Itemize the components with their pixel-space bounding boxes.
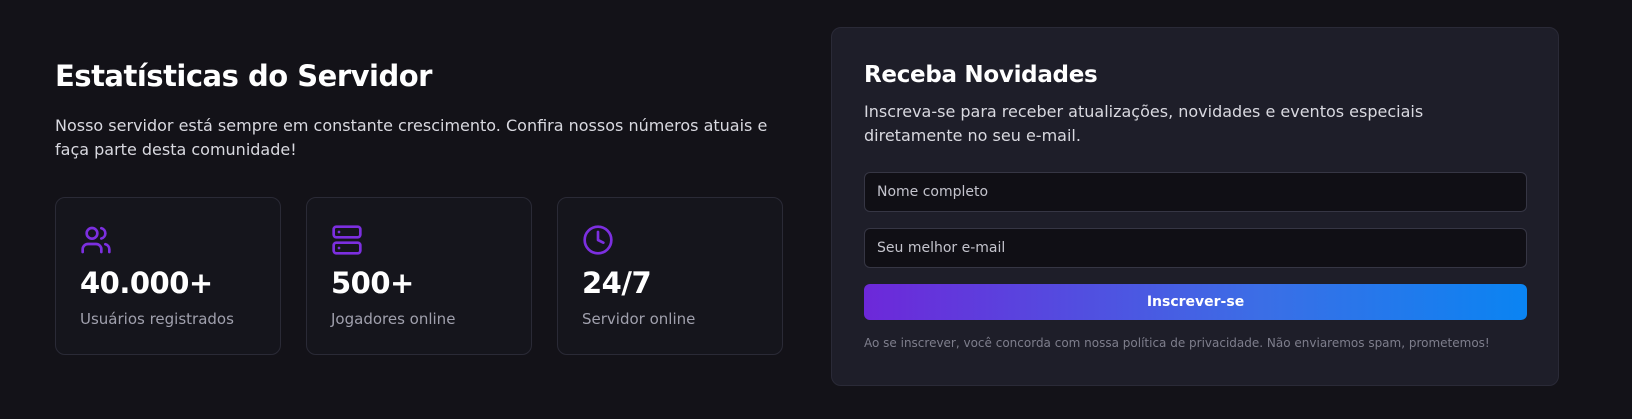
stat-value: 500+ <box>331 266 414 300</box>
name-field[interactable] <box>864 172 1527 212</box>
stat-label: Usuários registrados <box>80 310 234 328</box>
stat-value: 40.000+ <box>80 266 213 300</box>
stats-description: Nosso servidor está sempre em constante … <box>55 116 768 159</box>
newsletter-description: Inscreva-se para receber atualizações, n… <box>864 102 1424 145</box>
clock-icon <box>582 224 614 256</box>
stat-label: Servidor online <box>582 310 696 328</box>
stat-card-players: 500+ Jogadores online <box>306 197 532 355</box>
stats-section: Estatísticas do Servidor Nosso servidor … <box>55 56 783 355</box>
stat-card-uptime: 24/7 Servidor online <box>557 197 783 355</box>
stat-label: Jogadores online <box>331 310 456 328</box>
newsletter-title: Receba Novidades <box>864 62 1098 88</box>
privacy-disclaimer: Ao se inscrever, você concorda com nossa… <box>864 336 1490 350</box>
stats-cards: 40.000+ Usuários registrados 500+ Jogado… <box>55 197 783 355</box>
email-field[interactable] <box>864 228 1527 268</box>
newsletter-panel: Receba Novidades Inscreva-se para recebe… <box>831 27 1559 386</box>
stats-title: Estatísticas do Servidor <box>55 59 432 93</box>
stat-card-users: 40.000+ Usuários registrados <box>55 197 281 355</box>
subscribe-button[interactable]: Inscrever-se <box>864 284 1527 320</box>
users-icon <box>80 224 112 256</box>
stat-value: 24/7 <box>582 266 652 300</box>
server-icon <box>331 224 363 256</box>
